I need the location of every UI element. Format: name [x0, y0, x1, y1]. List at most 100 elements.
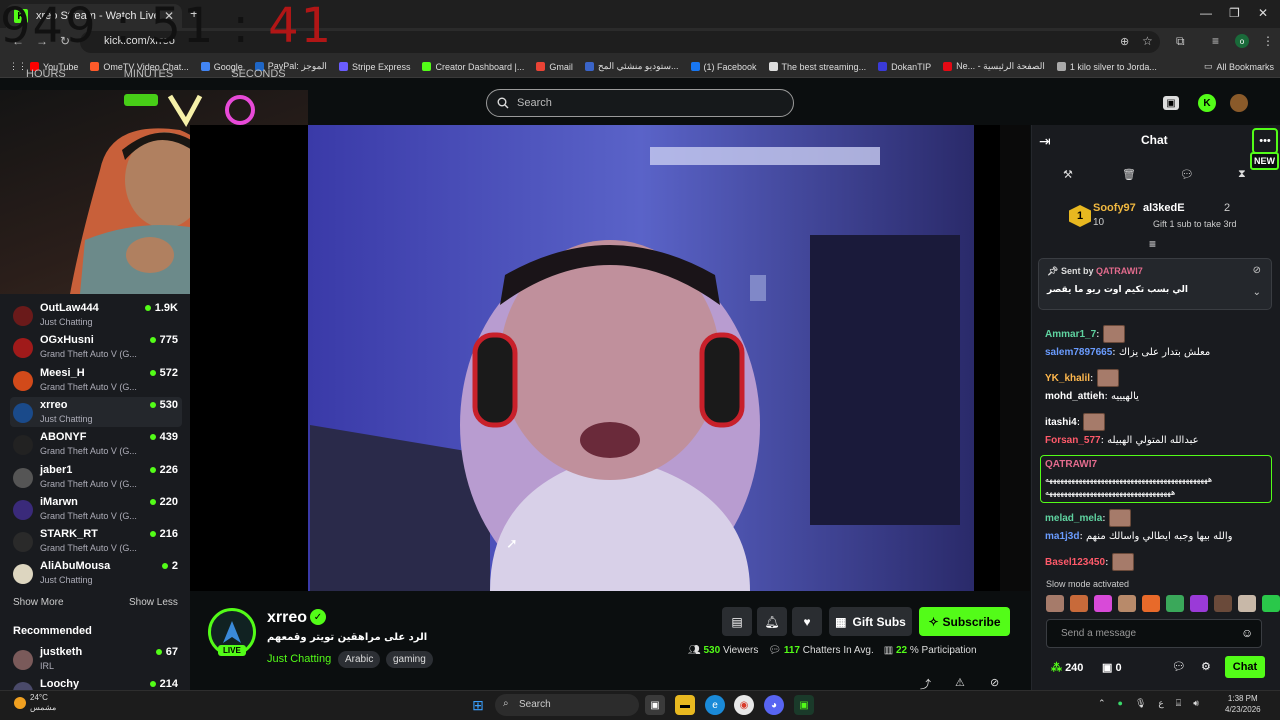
bookmark-item[interactable]: 1 kilo silver to Jorda... [1056, 62, 1157, 72]
volume-icon[interactable]: 🔊︎ [1193, 698, 1199, 709]
sidebar-channel[interactable]: AliAbuMousa Just Chatting 2 [10, 558, 182, 588]
chat-username[interactable]: YK_khalil [1045, 373, 1090, 384]
gift-counter[interactable]: ▣ 0 [1102, 661, 1122, 674]
subscribe-button[interactable]: ✧ Subscribe [919, 607, 1010, 636]
bookmark-star-icon[interactable]: ☆ [1142, 34, 1153, 48]
windows-start-icon[interactable]: ⊞ [468, 695, 488, 715]
channel-points[interactable]: ⁂ 240 [1051, 661, 1083, 674]
bookmark-item[interactable]: Creator Dashboard |... [422, 62, 524, 72]
trash-icon[interactable]: 🗑︎ [1122, 168, 1136, 181]
emote-icon[interactable] [1046, 595, 1064, 612]
zoom-icon[interactable]: ⊕ [1120, 35, 1129, 48]
follow-button[interactable]: ♥ [792, 607, 822, 636]
emote-icon[interactable] [1094, 595, 1112, 612]
chat-settings-bubble-icon[interactable]: 💬︎ [1172, 660, 1186, 673]
taskbar-clock[interactable]: 1:38 PM 4/23/2026 [1225, 693, 1261, 715]
sidebar-channel[interactable]: STARK_RT Grand Theft Auto V (G... 216 [10, 526, 182, 556]
chrome-icon[interactable]: ◉ [734, 695, 754, 715]
bookmark-item[interactable]: DokanTIP [878, 62, 931, 72]
emote-icon[interactable] [1214, 595, 1232, 612]
emote-icon[interactable] [1142, 595, 1160, 612]
pin-tool-icon[interactable]: ⚒ [1063, 168, 1073, 181]
chat-username[interactable]: ma1j3d [1045, 531, 1079, 542]
search-input[interactable]: Search [486, 89, 794, 117]
chevron-down-icon[interactable]: ⌄ [1253, 287, 1261, 298]
pinned-user[interactable]: QATRAWI7 [1096, 266, 1143, 276]
media-icon[interactable]: ≡ [1212, 34, 1219, 48]
bookmark-item[interactable]: Ne... - الصفحة الرئيسية [943, 61, 1045, 72]
clip-button[interactable]: ▤ [722, 607, 752, 636]
stream-category-link[interactable]: Just Chatting [267, 653, 331, 665]
chat-username[interactable]: Ammar1_7 [1045, 329, 1096, 340]
emote-icon[interactable] [1190, 595, 1208, 612]
sidebar-channel[interactable]: justketh IRL 67 [10, 644, 182, 674]
bookmark-item[interactable]: Gmail [536, 62, 573, 72]
edge-icon[interactable]: e [705, 695, 725, 715]
minimize-icon[interactable]: — [1200, 6, 1212, 20]
sidebar-channel[interactable]: OGxHusni Grand Theft Auto V (G... 775 [10, 332, 182, 362]
tag-gaming[interactable]: gaming [386, 651, 433, 668]
bookmark-item[interactable]: Stripe Express [338, 62, 410, 72]
microphone-icon[interactable]: 🎙︎ [1135, 698, 1146, 709]
video-player[interactable]: ➚ [190, 125, 1030, 591]
collapse-chat-icon[interactable]: ⇥ [1039, 133, 1051, 150]
browser-menu-icon[interactable]: ⋮ [1262, 34, 1274, 48]
extension-icon[interactable]: ▣ [1163, 96, 1179, 110]
all-bookmarks-button[interactable]: ▭ All Bookmarks [1204, 61, 1274, 72]
chat-username[interactable]: mohd_attieh [1045, 391, 1104, 402]
show-more-button[interactable]: Show More [13, 597, 64, 608]
discord-icon[interactable]: ◕ [764, 695, 784, 715]
highlight-user[interactable]: QATRAWI7 [1045, 459, 1097, 470]
leader-name[interactable]: Soofy97 [1093, 202, 1136, 214]
chat-username[interactable]: melad_mela [1045, 513, 1102, 524]
apps-grid-icon[interactable]: ⋮⋮ [9, 61, 27, 72]
chat-username[interactable]: itashi4 [1045, 417, 1077, 428]
chat-menu-button[interactable]: ••• [1252, 128, 1278, 154]
emote-icon[interactable] [1238, 595, 1256, 612]
emoji-picker-icon[interactable]: ☺ [1241, 626, 1253, 640]
notifications-button[interactable]: 🔔︎ [757, 607, 787, 636]
sidebar-channel[interactable]: jaber1 Grand Theft Auto V (G... 226 [10, 462, 182, 492]
tray-chevron-icon[interactable]: ⌃ [1098, 698, 1106, 709]
sidebar-channel[interactable]: iMarwn Grand Theft Auto V (G... 220 [10, 494, 182, 524]
file-explorer-icon[interactable]: ▬ [675, 695, 695, 715]
emote-icon[interactable] [1070, 595, 1088, 612]
extensions-icon[interactable]: ⧉ [1176, 34, 1185, 49]
streamer-name[interactable]: xrreo [267, 609, 307, 627]
chat-bubble-tool-icon[interactable]: 💬︎ [1180, 168, 1194, 181]
kick-logo-icon[interactable]: K [1198, 94, 1216, 112]
hide-icon[interactable]: ⊘ [990, 676, 999, 689]
weather-widget[interactable]: 24°C مشمس [14, 693, 56, 713]
maximize-icon[interactable]: ❐ [1229, 6, 1240, 20]
close-window-icon[interactable]: ✕ [1258, 6, 1268, 20]
sidebar-channel[interactable]: ABONYF Grand Theft Auto V (G... 439 [10, 429, 182, 459]
tray-status-icon[interactable]: ● [1118, 698, 1123, 709]
gear-icon[interactable]: ⚙ [1201, 660, 1211, 673]
chat-username[interactable]: salem7897665 [1045, 347, 1112, 358]
task-view-icon[interactable]: ▣ [645, 695, 665, 715]
expand-icon[interactable]: ≡ [1149, 237, 1156, 251]
report-icon[interactable]: ⚠ [955, 676, 965, 689]
gift-subs-button[interactable]: ▦ Gift Subs [829, 607, 912, 636]
bookmark-item[interactable]: (1) Facebook [690, 62, 757, 72]
language-indicator[interactable]: ع [1158, 698, 1163, 709]
profile-avatar[interactable]: o [1235, 34, 1249, 48]
send-chat-button[interactable]: Chat [1225, 656, 1265, 678]
second-name[interactable]: al3kedE [1143, 202, 1185, 214]
sidebar-channel[interactable]: OutLaw444 Just Chatting 1.9K [10, 300, 182, 330]
network-icon[interactable]: ⌸ [1176, 698, 1181, 709]
emote-icon[interactable] [1166, 595, 1184, 612]
sidebar-channel[interactable]: xrreo Just Chatting 530 [10, 396, 182, 427]
chat-message-input[interactable]: Send a message [1046, 619, 1262, 648]
show-less-button[interactable]: Show Less [129, 597, 178, 608]
taskbar-search[interactable]: ⌕ Search [495, 694, 639, 716]
sidebar-channel[interactable]: Meesi_H Grand Theft Auto V (G... 572 [10, 365, 182, 395]
hourglass-icon[interactable]: ⧗ [1238, 168, 1246, 181]
emote-icon[interactable] [1262, 595, 1280, 612]
emote-icon[interactable] [1118, 595, 1136, 612]
bookmark-item[interactable]: ستوديو منشئي المح... [584, 61, 679, 72]
kick-app-icon[interactable]: ▣ [794, 695, 814, 715]
user-avatar[interactable] [1230, 94, 1248, 112]
chat-username[interactable]: Forsan_577 [1045, 435, 1101, 446]
unpin-icon[interactable]: ⊘ [1253, 265, 1261, 276]
